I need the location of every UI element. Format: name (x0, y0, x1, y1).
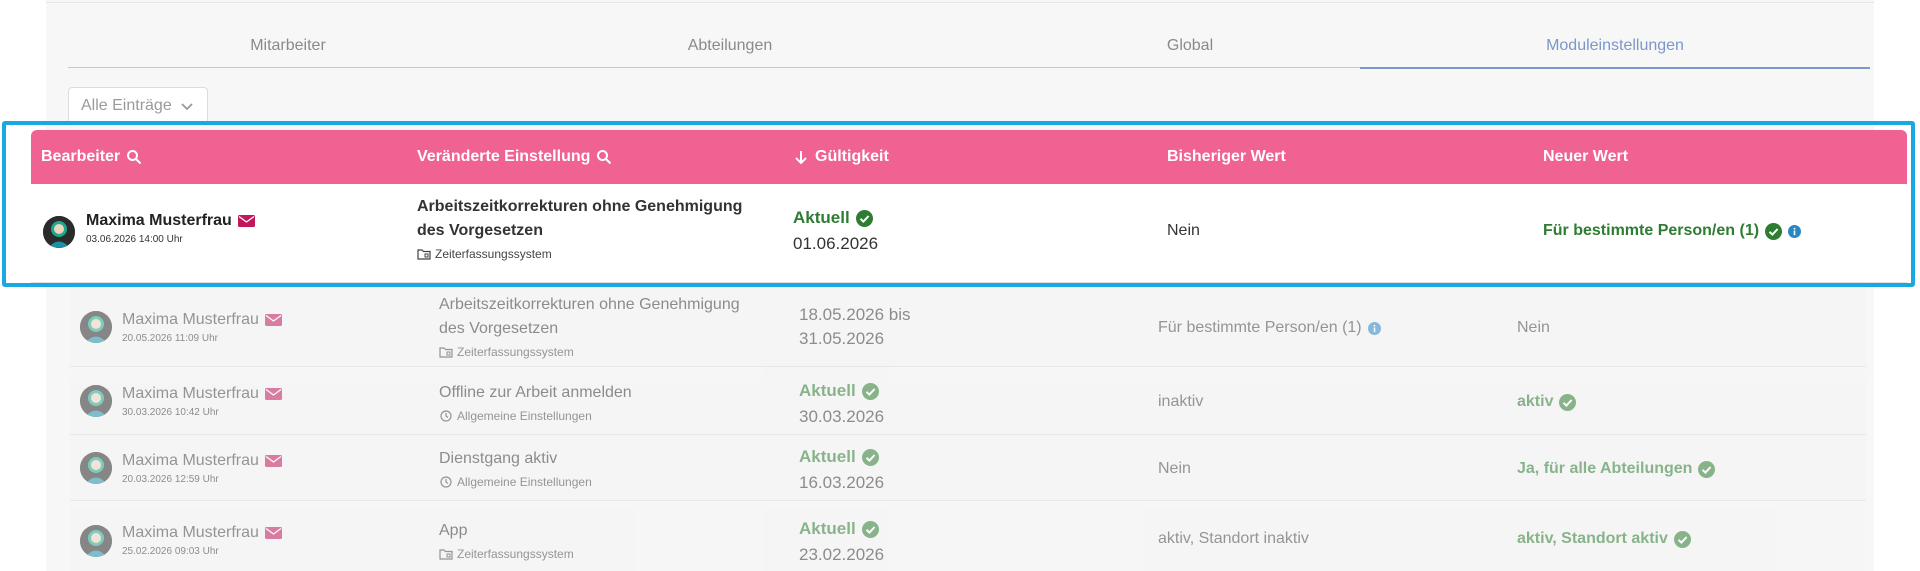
user-name: Maxima Musterfrau (122, 524, 282, 542)
tab-mitarbeiter[interactable]: Mitarbeiter (68, 27, 508, 68)
new-value: Ja, für alle Abteilungen (1517, 460, 1716, 478)
module-label: Allgemeine Einstellungen (439, 475, 799, 489)
user-name: Maxima Musterfrau (122, 311, 282, 329)
user-avatar-icon (80, 385, 112, 417)
check-circle-icon (1698, 460, 1716, 478)
avatar (80, 385, 112, 417)
table-row[interactable]: Maxima Musterfrau 20.05.2026 11:09 Uhr A… (70, 287, 1866, 367)
avatar (80, 525, 112, 557)
tab-abteilungen[interactable]: Abteilungen (508, 27, 952, 68)
check-circle-icon (861, 448, 879, 466)
check-circle-icon (1673, 530, 1691, 548)
module-label: Allgemeine Einstellungen (439, 409, 799, 423)
module-name: Zeiterfassungssystem (457, 345, 574, 359)
table-row[interactable]: Maxima Musterfrau 20.03.2026 12:59 Uhr D… (70, 435, 1866, 501)
valid-from-date: 30.03.2026 (799, 407, 885, 426)
check-circle-icon (1559, 393, 1577, 411)
new-value: aktiv (1517, 393, 1577, 411)
setting-name: Arbeitszeitkorrekturen ohne Genehmigung … (439, 293, 799, 341)
clock-icon (440, 410, 452, 422)
module-label: Zeiterfassungssystem (439, 547, 799, 561)
user-avatar-icon (80, 311, 112, 343)
new-value-text: aktiv, Standort aktiv (1517, 530, 1668, 547)
valid-from-date: 23.02.2026 (799, 545, 885, 564)
user-name-text: Maxima Musterfrau (122, 385, 259, 402)
tab-moduleinstellungen[interactable]: Moduleinstellungen (1360, 27, 1870, 69)
table-row[interactable]: Maxima Musterfrau 25.02.2026 09:03 Uhr A… (70, 501, 1866, 571)
mail-icon[interactable] (264, 314, 282, 326)
previous-value: aktiv, Standort inaktiv (1158, 530, 1309, 547)
folder-icon (439, 549, 453, 560)
tab-bar: Mitarbeiter Abteilungen Global Moduleins… (68, 27, 1870, 69)
clock-icon (440, 476, 452, 488)
user-avatar-icon (80, 525, 112, 557)
previous-value: Nein (1158, 460, 1191, 477)
change-timestamp: 20.03.2026 12:59 Uhr (122, 474, 219, 485)
valid-period-start: 18.05.2026 bis (799, 305, 911, 324)
chevron-down-icon (181, 103, 193, 111)
highlight-frame (2, 121, 1915, 287)
user-name-text: Maxima Musterfrau (122, 452, 259, 469)
change-timestamp: 25.02.2026 09:03 Uhr (122, 546, 219, 557)
entries-filter-dropdown[interactable]: Alle Einträge (68, 87, 208, 125)
user-name-text: Maxima Musterfrau (122, 524, 259, 541)
status-badge: Aktuell (799, 381, 884, 401)
check-circle-icon (861, 520, 879, 538)
new-value: Nein (1517, 319, 1550, 336)
check-circle-icon (861, 382, 879, 400)
status-text: Aktuell (799, 447, 856, 466)
setting-name-line1: Arbeitszeitkorrekturen ohne Genehmigung (439, 296, 740, 313)
status-text: Aktuell (799, 381, 856, 400)
filter-label: Alle Einträge (81, 97, 172, 114)
module-name: Allgemeine Einstellungen (457, 409, 592, 423)
change-timestamp: 20.05.2026 11:09 Uhr (122, 333, 219, 344)
setting-name: App (439, 522, 468, 539)
table-row[interactable]: Maxima Musterfrau 30.03.2026 10:42 Uhr O… (70, 367, 1866, 435)
mail-icon[interactable] (264, 388, 282, 400)
new-value: aktiv, Standort aktiv (1517, 530, 1691, 548)
info-icon[interactable] (1367, 321, 1381, 335)
status-badge: Aktuell (799, 447, 884, 467)
new-value-text: Ja, für alle Abteilungen (1517, 460, 1693, 477)
status-text: Aktuell (799, 519, 856, 538)
tab-global[interactable]: Global (952, 27, 1428, 68)
mail-icon[interactable] (264, 527, 282, 539)
setting-name: Dienstgang aktiv (439, 450, 558, 467)
setting-name-line2: des Vorgesetzen (439, 320, 559, 337)
setting-name: Offline zur Arbeit anmelden (439, 384, 632, 401)
divider (46, 2, 1874, 3)
module-name: Zeiterfassungssystem (457, 547, 574, 561)
previous-value-text: Für bestimmte Person/en (1) (1158, 319, 1362, 336)
folder-icon (439, 347, 453, 358)
valid-from-date: 16.03.2026 (799, 473, 885, 492)
user-name: Maxima Musterfrau (122, 452, 282, 470)
user-avatar-icon (80, 452, 112, 484)
avatar (80, 311, 112, 343)
previous-value: Für bestimmte Person/en (1) (1158, 319, 1381, 337)
module-label: Zeiterfassungssystem (439, 345, 799, 359)
valid-period-end: 31.05.2026 (799, 329, 885, 348)
status-badge: Aktuell (799, 519, 884, 539)
new-value-text: aktiv (1517, 393, 1554, 410)
mail-icon[interactable] (264, 455, 282, 467)
module-name: Allgemeine Einstellungen (457, 475, 592, 489)
change-timestamp: 30.03.2026 10:42 Uhr (122, 407, 219, 418)
user-name: Maxima Musterfrau (122, 385, 282, 403)
user-name-text: Maxima Musterfrau (122, 311, 259, 328)
previous-value: inaktiv (1158, 393, 1204, 410)
avatar (80, 452, 112, 484)
